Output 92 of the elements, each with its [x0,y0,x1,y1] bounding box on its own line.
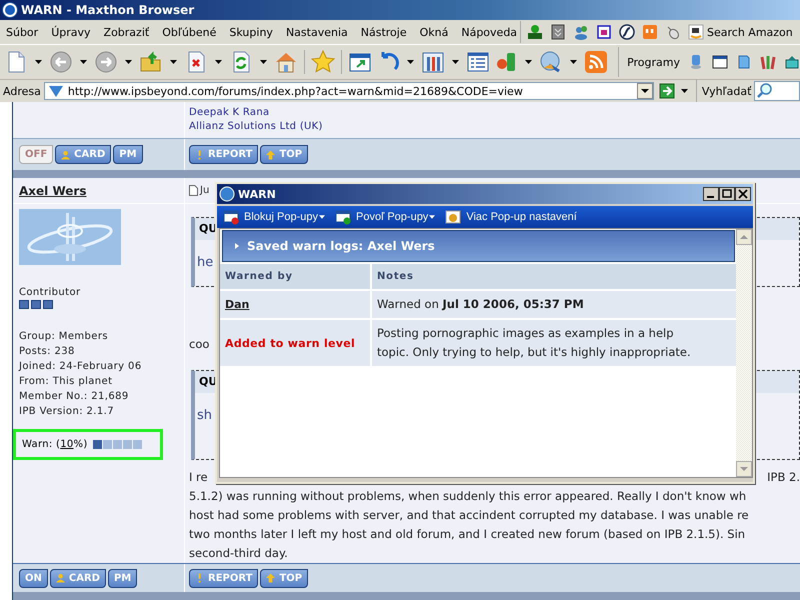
address-label: Adresa [3,84,41,98]
signature-line: Allianz Solutions Ltd (UK) [189,120,324,134]
column-header: Warned by [220,264,370,289]
star-icon[interactable] [311,50,335,74]
popup-title: WARN [238,188,277,200]
popup-blocker-menu[interactable]: Blokuj Pop-upy [223,209,325,225]
app-icon [219,186,235,202]
member-rank: Contributor [19,287,82,298]
picture-icon[interactable] [596,24,612,40]
profile-info: Posts: 238 [19,345,76,359]
profile-info: IPB Version: 2.1.7 [19,405,115,419]
section-title: Saved warn logs: Axel Wers [247,239,435,253]
minimize-button[interactable] [703,187,719,201]
flash-icon[interactable] [619,24,635,40]
quote-text: sh [196,407,214,425]
address-field[interactable]: http://www.ipsbeyond.com/forums/index.php?act=warn&mid=21689&CODE=view [44,82,654,100]
menu-item[interactable]: Obľúbené [156,26,224,38]
window-icon [223,209,239,225]
post-text: coo [189,336,210,353]
app-icon [2,2,18,18]
post-text: host had some problems with server, and that accindent corrupted my database. I was unable re [189,507,750,524]
post-text: I re [189,469,208,486]
menu-item[interactable]: Úpravy [45,26,98,38]
warn-level-text: Warn: (10%) [22,439,88,450]
post-text: second-third day. [189,545,289,562]
close-button[interactable] [735,187,751,201]
home-icon[interactable] [274,50,298,74]
warn-note: Posting pornographic images as examples in a help topic. Only trying to help, but it's highly inappropriate. [372,320,736,366]
caret-icon[interactable] [570,60,577,64]
post-date: Ju [200,185,210,196]
quote-text: he [196,254,214,272]
caret-icon[interactable] [170,60,177,64]
window-icon[interactable] [712,54,728,70]
back-icon[interactable] [49,50,73,74]
archive-icon[interactable] [550,24,566,40]
menu-item[interactable]: Nápoveda [455,26,524,38]
caret-icon[interactable] [452,60,459,64]
quote-icon[interactable] [642,24,658,40]
signature-line: Deepak K Rana [189,106,270,120]
column-header: Notes [372,264,736,289]
profile-info: Member No.: 21,689 [19,390,130,404]
settings-icon [445,209,462,225]
arrow-icon [235,243,239,249]
user-link[interactable]: Dan [220,291,370,318]
search-amazon-link[interactable]: Search Amazon [707,26,793,38]
warn-link[interactable]: 10 [60,439,74,450]
window-icon [335,209,351,225]
search-icon [757,83,774,99]
caret-icon[interactable] [215,60,222,64]
menu-item[interactable]: Súbor [0,26,46,38]
forward-icon[interactable] [94,50,118,74]
caret-icon[interactable] [35,60,42,64]
up-arrow-icon [266,150,276,160]
menu-item[interactable]: Okná [414,26,456,38]
pencils-icon[interactable] [760,54,776,70]
post-text: IPB 2. [767,469,800,486]
author-name[interactable]: Axel Wers [19,184,86,198]
notepad-icon[interactable] [736,54,752,70]
post-text: two months later I left my host and old forum, and I created new forum (based on IPB 2.1.5). Sin [189,526,746,543]
caret-icon[interactable] [260,60,267,64]
go-icon[interactable] [658,83,675,99]
rss-icon[interactable] [584,50,608,74]
popup-blocker-menu[interactable]: Povoľ Pop-upy [335,209,436,225]
up-arrow-icon [266,573,276,583]
post-text: 5.1.2) was running without problems, when suddenly this error appeared. Really I don't know wh [189,488,748,505]
profile-info: Group: Members [19,330,109,344]
folder-icon[interactable] [139,50,163,74]
menu-item[interactable]: Skupiny [223,26,280,38]
warn-note: Warned on Jul 10 2006, 05:37 PM [372,291,736,318]
window-title: WARN - Maxthon Browser [21,3,194,17]
maximize-button[interactable] [719,187,735,201]
list-icon[interactable] [466,50,490,74]
programs-label: Programy [627,56,680,68]
menu-item[interactable]: Zobraziť [98,26,156,38]
people-icon[interactable] [573,24,589,40]
caret-icon[interactable] [525,60,532,64]
dropdown-button[interactable] [636,83,653,99]
profile-info: Joined: 24-February 06 [19,360,143,374]
profile-info: From: This planet [19,375,114,389]
caret-icon[interactable] [680,89,688,93]
search-label: Vyhľadať [702,84,752,98]
caret-icon[interactable] [80,60,87,64]
caret-icon[interactable] [125,60,132,64]
search-field[interactable] [754,81,800,101]
warn-action: Added to warn level [220,320,370,366]
user-icon [56,573,65,583]
user-icon [61,150,70,160]
warn-level-meter [92,440,143,449]
menu-item[interactable]: Nástroje [354,26,414,38]
menu-item[interactable]: Nastavenia [280,26,355,38]
caret-icon[interactable] [407,60,414,64]
tools-icon[interactable] [421,50,445,74]
